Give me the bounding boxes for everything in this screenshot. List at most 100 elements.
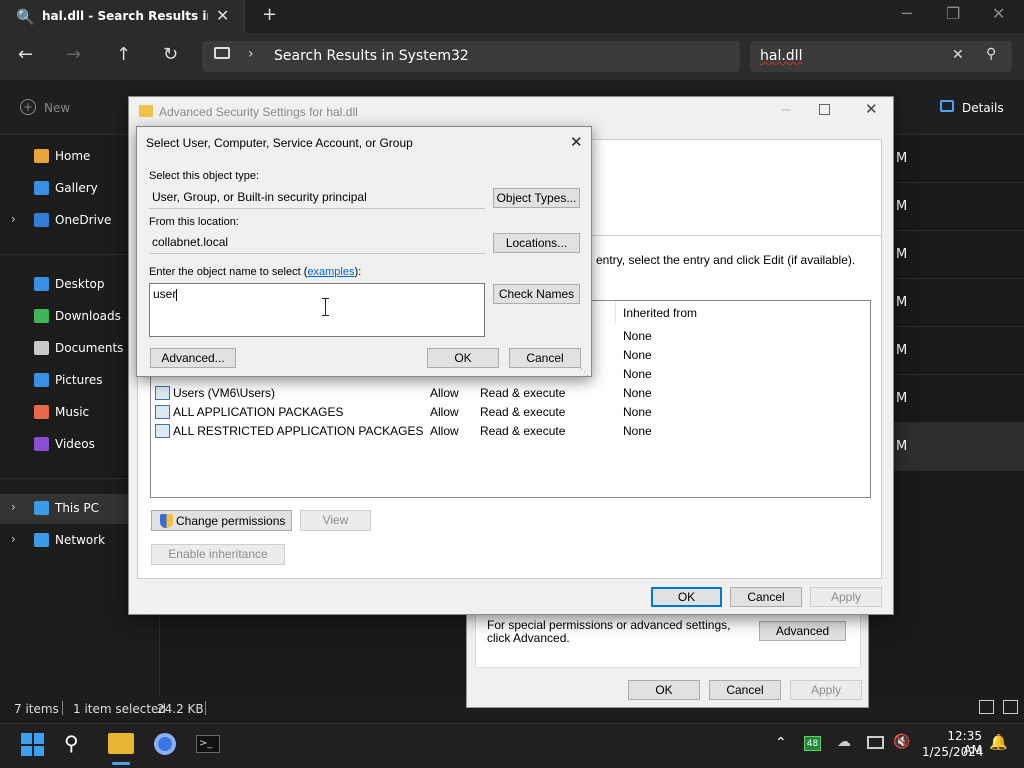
text-caret [176, 288, 178, 301]
modified-suffix: M [896, 343, 908, 358]
search-icon[interactable]: ⚲ [986, 46, 996, 62]
cell-inherited: None [623, 367, 652, 381]
sidebar-item-label: This PC [55, 501, 99, 515]
list-item[interactable]: M [894, 327, 1024, 375]
examples-link[interactable]: examples [307, 266, 354, 278]
chevron-right-icon[interactable]: › [11, 212, 16, 226]
sidebar-item-label: OneDrive [55, 213, 112, 227]
minimize-button[interactable]: ─ [781, 101, 791, 117]
locations-button[interactable]: Locations... [493, 233, 580, 253]
list-item[interactable]: M [894, 183, 1024, 231]
ok-button[interactable]: OK [651, 587, 722, 607]
folder-icon [139, 105, 153, 117]
terminal-icon[interactable]: >_ [196, 735, 220, 753]
resize-grip[interactable]: ⋱ [580, 367, 589, 378]
list-item[interactable]: M [894, 375, 1024, 423]
tiles-view-icon[interactable] [1003, 700, 1018, 714]
list-item[interactable]: M [894, 423, 1024, 471]
minimize-button[interactable]: ─ [902, 4, 912, 23]
apply-button[interactable]: Apply [810, 587, 882, 607]
check-names-button[interactable]: Check Names [493, 284, 580, 304]
search-icon[interactable]: ⚲ [64, 731, 79, 755]
cell-principal: Users (VM6\Users) [173, 386, 276, 400]
cloud-icon[interactable]: ☁ [837, 734, 851, 750]
details-button[interactable]: Details [962, 101, 1004, 115]
status-divider [62, 701, 63, 715]
search-value: hal.dll [760, 48, 803, 64]
sidebar-item-label: Home [55, 149, 91, 163]
volume-muted-icon[interactable]: 🔇 [893, 734, 910, 750]
refresh-button[interactable]: ↻ [163, 44, 178, 65]
object-types-button[interactable]: Object Types... [493, 188, 580, 208]
advanced-button[interactable]: Advanced... [150, 348, 236, 368]
chevron-right-icon[interactable]: › [11, 500, 16, 514]
object-type-field: User, Group, or Built-in security princi… [149, 187, 485, 209]
chevron-right-icon[interactable]: › [11, 532, 16, 546]
status-selected: 1 item selected [73, 702, 167, 716]
list-item[interactable]: M [894, 279, 1024, 327]
table-row[interactable]: Users (VM6\Users) Allow Read & execute None [155, 384, 855, 403]
clock-date[interactable]: 1/25/2024 [922, 745, 984, 759]
column-inherited-from[interactable]: Inherited from [623, 306, 697, 320]
modified-suffix: M [896, 439, 908, 454]
tray-overflow-icon[interactable]: ⌃ [775, 735, 787, 751]
pictures-icon [34, 373, 49, 387]
cancel-button[interactable]: Cancel [509, 348, 581, 368]
new-tab-button[interactable]: + [262, 4, 277, 25]
table-row[interactable]: ALL RESTRICTED APPLICATION PACKAGES Allow… [155, 422, 855, 441]
sidebar-item-label: Music [55, 405, 90, 419]
apply-button[interactable]: Apply [790, 680, 862, 700]
forward-button[interactable]: → [66, 44, 81, 65]
clear-search-icon[interactable]: ✕ [952, 47, 964, 63]
list-item[interactable]: M [894, 135, 1024, 183]
start-button[interactable] [21, 733, 44, 756]
modified-suffix: M [896, 391, 908, 406]
gallery-icon [34, 181, 49, 195]
chrome-icon[interactable] [154, 733, 176, 755]
users-icon [155, 386, 170, 400]
cancel-button[interactable]: Cancel [709, 680, 781, 700]
cell-access: Read & execute [480, 405, 566, 419]
desktop-icon [34, 277, 49, 291]
file-explorer-icon[interactable] [108, 733, 134, 754]
maximize-button[interactable] [819, 104, 830, 115]
close-window-button[interactable]: ✕ [992, 4, 1005, 23]
dialog-title: Advanced Security Settings for hal.dll [159, 105, 358, 119]
advanced-button[interactable]: Advanced [759, 621, 846, 641]
ok-button[interactable]: OK [628, 680, 700, 700]
select-user-dialog: Select User, Computer, Service Account, … [136, 126, 592, 377]
location-label: From this location: [149, 216, 239, 228]
status-divider [205, 701, 206, 715]
sidebar-item-label: Network [55, 533, 106, 547]
close-button[interactable]: ✕ [865, 100, 878, 118]
tray-app-icon[interactable]: 48 [804, 736, 821, 751]
view-button[interactable]: View [300, 510, 371, 531]
enter-name-label: Enter the object name to select (example… [149, 266, 361, 278]
close-button[interactable]: ✕ [570, 133, 583, 151]
restore-button[interactable]: ❐ [946, 4, 960, 23]
status-size: 24.2 KB [157, 702, 204, 716]
change-permissions-button[interactable]: Change permissions [151, 510, 292, 531]
object-name-input[interactable]: user [149, 283, 485, 337]
sidebar-item-label: Downloads [55, 309, 121, 323]
cell-principal: ALL RESTRICTED APPLICATION PACKAGES [173, 424, 424, 438]
network-icon[interactable] [867, 736, 884, 749]
back-button[interactable]: ← [18, 44, 33, 65]
cancel-button[interactable]: Cancel [730, 587, 802, 607]
enable-inheritance-button[interactable]: Enable inheritance [151, 544, 285, 565]
modified-suffix: M [896, 247, 908, 262]
up-button[interactable]: ↑ [116, 44, 131, 65]
table-row[interactable]: ALL APPLICATION PACKAGES Allow Read & exec… [155, 403, 855, 422]
notification-bell-icon[interactable]: 🔔 [989, 733, 1008, 751]
sidebar-item-label: Pictures [55, 373, 103, 387]
instruction-text: entry, select the entry and click Edit (… [596, 253, 856, 267]
new-button[interactable]: New [44, 101, 70, 115]
location-field: collabnet.local [149, 232, 485, 254]
shield-icon [160, 514, 173, 528]
ok-button[interactable]: OK [427, 348, 499, 368]
close-tab-icon[interactable]: ✕ [216, 6, 229, 25]
pc-icon [34, 501, 49, 515]
details-view-icon[interactable] [979, 700, 994, 714]
list-item[interactable]: M [894, 231, 1024, 279]
cell-type: Allow [430, 424, 459, 438]
